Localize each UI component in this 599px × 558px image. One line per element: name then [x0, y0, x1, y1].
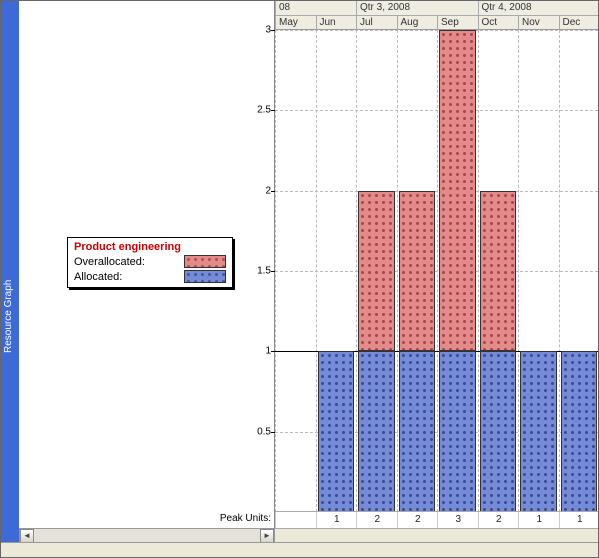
month-cell: May	[275, 16, 316, 30]
legend-over-label: Overallocated:	[74, 256, 145, 268]
peak-units-row: 1223211	[275, 511, 598, 529]
gridline-horizontal	[275, 191, 598, 192]
gridline-horizontal	[275, 271, 598, 272]
legend: Product engineering Overallocated: Alloc…	[67, 237, 233, 288]
quarter-partial: 08	[275, 1, 356, 15]
bar-allocated	[399, 351, 436, 512]
legend-allocated: Allocated:	[74, 270, 226, 283]
y-axis-tick: 1	[245, 346, 271, 357]
legend-alloc-swatch	[184, 270, 226, 283]
y-axis-dash	[271, 30, 275, 31]
y-axis-tick: 2	[245, 185, 271, 196]
legend-over-swatch	[184, 255, 226, 268]
peak-cell: 2	[397, 512, 439, 528]
y-axis-tick: 3	[245, 25, 271, 36]
right-panel: 08Qtr 3, 2008Qtr 4, 2008 MayJunJulAugSep…	[275, 1, 598, 528]
peak-cell: 1	[559, 512, 599, 528]
peak-cell	[275, 512, 317, 528]
bar-overallocated	[480, 191, 517, 352]
timeline-months: MayJunJulAugSepOctNovDec	[275, 16, 598, 31]
window: Resource Graph Product engineering Overa…	[0, 0, 599, 558]
month-cell: Sep	[437, 16, 478, 30]
bar-overallocated	[399, 191, 436, 352]
bar-allocated	[358, 351, 395, 512]
legend-overallocated: Overallocated:	[74, 255, 226, 268]
y-axis-tick: 1.5	[245, 266, 271, 277]
peak-cell: 1	[316, 512, 358, 528]
bar-allocated	[318, 351, 355, 512]
peak-cell: 2	[478, 512, 520, 528]
bar-allocated	[439, 351, 476, 512]
y-axis-tick: 0.5	[245, 426, 271, 437]
y-axis-dash	[271, 271, 275, 272]
bar-allocated	[561, 351, 598, 512]
peak-cell: 2	[356, 512, 398, 528]
gridline-horizontal	[275, 30, 598, 31]
status-bar	[1, 542, 598, 557]
y-axis-dash	[271, 110, 275, 111]
bar-overallocated	[358, 191, 395, 352]
month-cell: Jul	[356, 16, 397, 30]
timeline-quarters: 08Qtr 3, 2008Qtr 4, 2008	[275, 1, 598, 16]
scroll-left-icon[interactable]: ◄	[20, 529, 34, 543]
chart-area: 0.511.522.53	[275, 30, 598, 512]
month-cell: Oct	[478, 16, 519, 30]
month-cell: Nov	[518, 16, 559, 30]
month-cell: Aug	[397, 16, 438, 30]
peak-cell: 1	[518, 512, 560, 528]
quarter-cell: Qtr 4, 2008	[478, 1, 599, 15]
left-panel: Product engineering Overallocated: Alloc…	[19, 1, 275, 528]
bar-overallocated	[439, 30, 476, 351]
timeline[interactable]: 08Qtr 3, 2008Qtr 4, 2008 MayJunJulAugSep…	[275, 1, 598, 30]
month-cell: Jun	[316, 16, 357, 30]
y-axis-tick: 2.5	[245, 105, 271, 116]
sidebar-title: Resource Graph	[3, 280, 14, 353]
legend-alloc-label: Allocated:	[74, 271, 122, 283]
scroll-right-icon[interactable]: ►	[260, 529, 274, 543]
peak-units-label: Peak Units:	[191, 511, 275, 527]
bar-allocated	[520, 351, 557, 512]
gridline-horizontal	[275, 110, 598, 111]
quarter-cell: Qtr 3, 2008	[356, 1, 478, 15]
y-axis-dash	[271, 191, 275, 192]
month-cell: Dec	[559, 16, 599, 30]
y-axis-dash	[271, 432, 275, 433]
sidebar-tab[interactable]: Resource Graph	[1, 1, 19, 544]
legend-title: Product engineering	[74, 241, 226, 253]
peak-cell: 3	[437, 512, 479, 528]
bar-allocated	[480, 351, 517, 512]
